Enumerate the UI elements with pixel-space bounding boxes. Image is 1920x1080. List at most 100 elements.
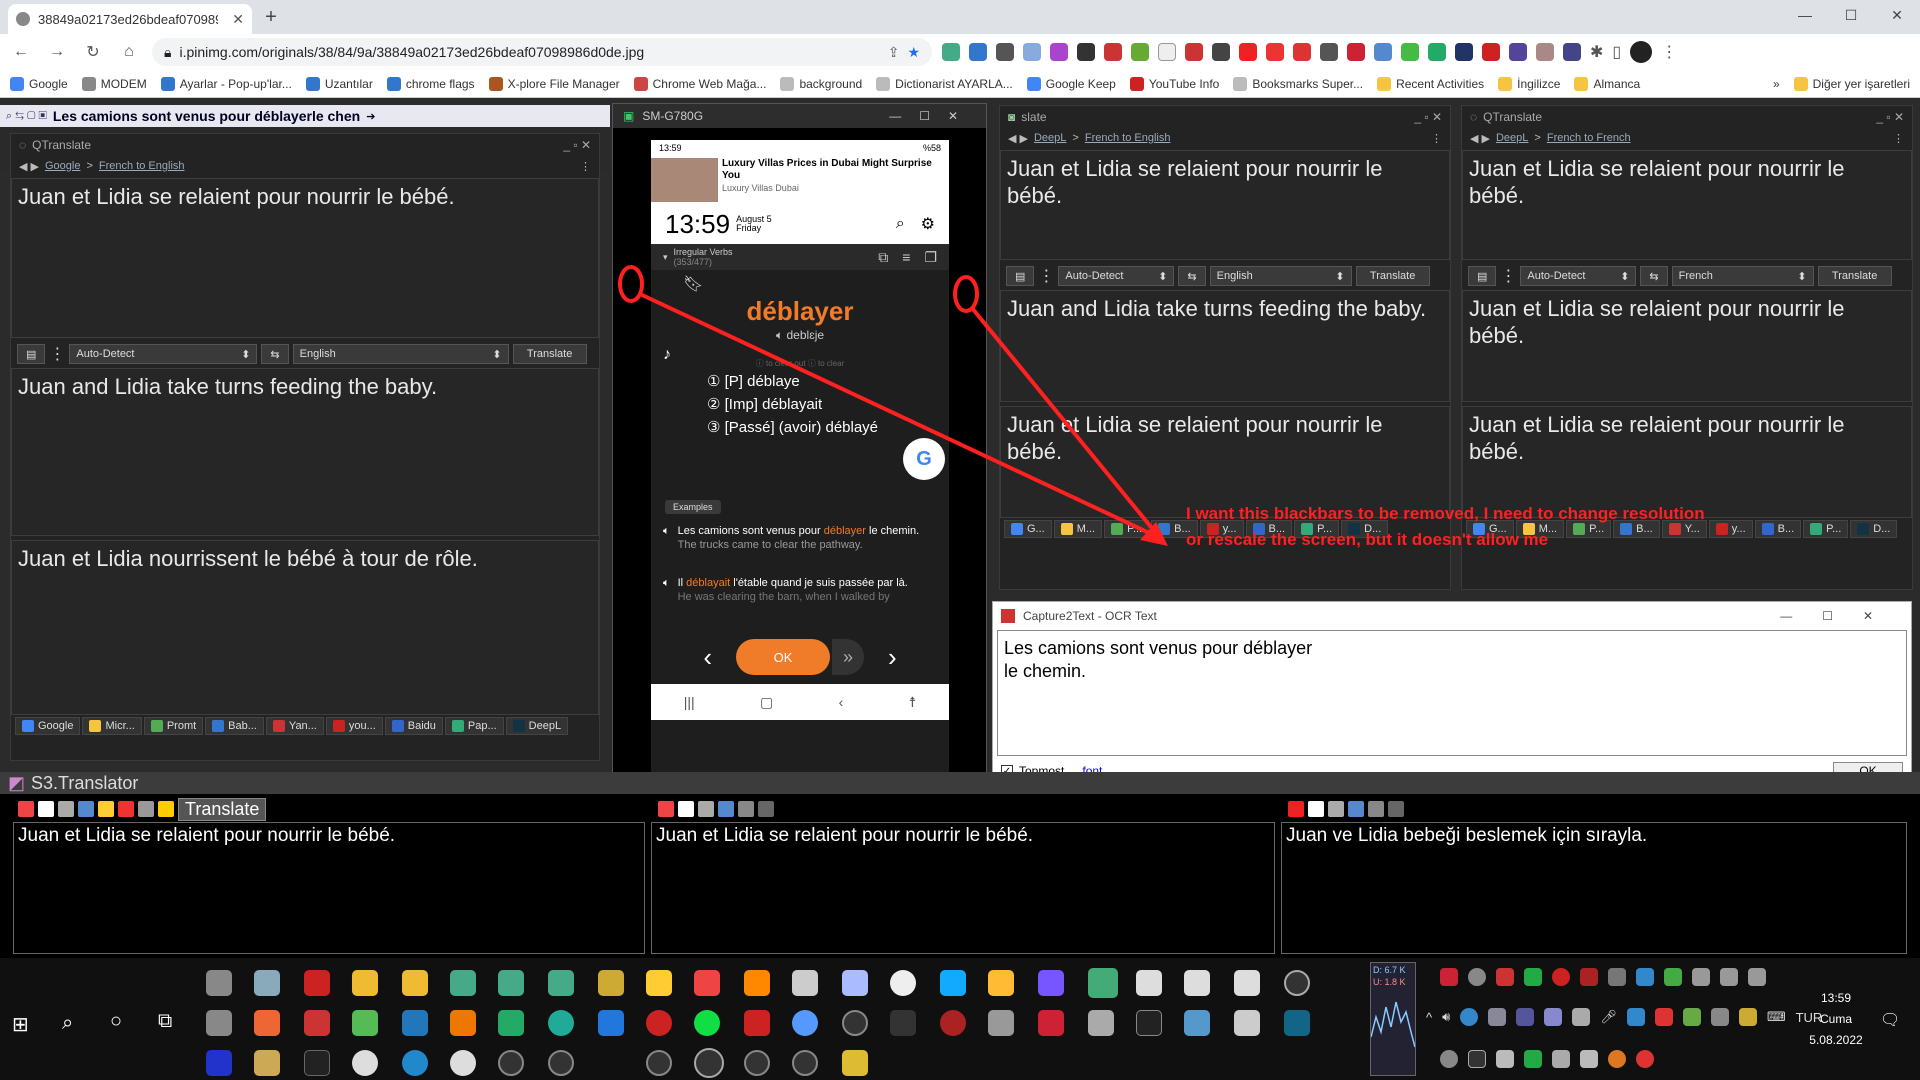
- s3-text-box[interactable]: Juan ve Lidia bebeği beslemek için sıray…: [1281, 822, 1907, 954]
- app-icon[interactable]: [646, 1050, 672, 1076]
- app-icon[interactable]: [498, 970, 524, 996]
- binance-icon[interactable]: [842, 1050, 868, 1076]
- font-icon[interactable]: [738, 801, 754, 817]
- chevron-up-icon[interactable]: ^: [1426, 1010, 1432, 1025]
- app-icon[interactable]: [744, 1010, 770, 1036]
- flag-icon[interactable]: [1288, 801, 1304, 817]
- tray-icon[interactable]: [1496, 968, 1514, 986]
- app-icon[interactable]: [498, 1050, 524, 1076]
- tray-icon[interactable]: [1636, 1050, 1654, 1068]
- tray-icon[interactable]: [1516, 1008, 1535, 1026]
- steam-icon[interactable]: [1284, 1010, 1310, 1036]
- microphone-icon[interactable]: 🎤︎: [1600, 1009, 1617, 1025]
- tray-icon[interactable]: [1608, 1050, 1626, 1068]
- tray-icon[interactable]: [1468, 968, 1486, 986]
- app-icon[interactable]: [304, 970, 330, 996]
- skype-icon[interactable]: [940, 970, 966, 996]
- app-icon[interactable]: [1184, 1010, 1210, 1036]
- terminal-icon[interactable]: [1136, 1010, 1162, 1036]
- app-icon[interactable]: [1284, 970, 1310, 996]
- app-icon[interactable]: [548, 1010, 574, 1036]
- app-icon[interactable]: [352, 970, 378, 996]
- app-icon[interactable]: [548, 970, 574, 996]
- app-icon[interactable]: [450, 970, 476, 996]
- app-icon[interactable]: [646, 1010, 672, 1036]
- tray-icon[interactable]: [1692, 968, 1710, 986]
- app-icon[interactable]: [450, 1050, 476, 1076]
- spotify-icon[interactable]: [694, 1010, 720, 1036]
- app-icon[interactable]: [254, 1010, 280, 1036]
- app-icon[interactable]: [304, 1010, 330, 1036]
- tray-icon[interactable]: [1738, 1008, 1757, 1026]
- chrome-icon[interactable]: [988, 970, 1014, 996]
- copy-icon[interactable]: [1308, 801, 1324, 817]
- lightning-icon[interactable]: [158, 801, 174, 817]
- windows-start-icon[interactable]: ⊞: [12, 1012, 29, 1037]
- app-icon[interactable]: [206, 1010, 232, 1036]
- book-icon[interactable]: [1234, 970, 1260, 996]
- clean-icon[interactable]: [98, 801, 114, 817]
- search-icon[interactable]: ⌕: [62, 1012, 73, 1035]
- app-icon[interactable]: [744, 1050, 770, 1076]
- app-icon[interactable]: [206, 970, 232, 996]
- app-icon[interactable]: [598, 970, 624, 996]
- app-icon[interactable]: [548, 1050, 574, 1076]
- tray-icon[interactable]: [1544, 1008, 1563, 1026]
- copy-icon[interactable]: [38, 801, 54, 817]
- app-icon[interactable]: [1088, 1010, 1114, 1036]
- translate-icon[interactable]: [1348, 801, 1364, 817]
- tray-icon[interactable]: [1440, 968, 1458, 986]
- app-icon-active[interactable]: [1088, 968, 1118, 998]
- tray-icon[interactable]: [1460, 1008, 1479, 1026]
- window-controls[interactable]: —☐✕: [1780, 609, 1903, 623]
- speaker-icon[interactable]: [1328, 801, 1344, 817]
- calculator-icon[interactable]: [1234, 1010, 1260, 1036]
- tray-icon[interactable]: [1654, 1008, 1673, 1026]
- tray-icon[interactable]: [1580, 1050, 1598, 1068]
- tray-icon[interactable]: [1488, 1008, 1507, 1026]
- app-icon-active[interactable]: [694, 1048, 724, 1078]
- app-icon[interactable]: [1038, 1010, 1064, 1036]
- keyboard-icon[interactable]: ⌨: [1767, 1009, 1786, 1025]
- tray-icon[interactable]: [1580, 968, 1598, 986]
- app-icon[interactable]: [988, 1010, 1014, 1036]
- app-icon[interactable]: [254, 1050, 280, 1076]
- book-icon[interactable]: [1136, 970, 1162, 996]
- refresh-icon[interactable]: [758, 801, 774, 817]
- flag-icon[interactable]: [658, 801, 674, 817]
- app-icon[interactable]: [402, 1010, 428, 1036]
- book-icon[interactable]: [1184, 970, 1210, 996]
- copy-icon[interactable]: [678, 801, 694, 817]
- app-icon[interactable]: [694, 970, 720, 996]
- app-icon[interactable]: [598, 1010, 624, 1036]
- tray-icon[interactable]: [1524, 968, 1542, 986]
- app-icon[interactable]: [402, 1050, 428, 1076]
- task-view-icon[interactable]: ⧉: [158, 1010, 172, 1033]
- tray-icon[interactable]: [1682, 1008, 1701, 1026]
- tray-icon[interactable]: [1496, 1050, 1514, 1068]
- font-icon[interactable]: [1368, 801, 1384, 817]
- firefox-icon[interactable]: [450, 1010, 476, 1036]
- tray-icon[interactable]: [1636, 968, 1654, 986]
- tray-icon[interactable]: [1440, 1050, 1458, 1068]
- app-icon[interactable]: [842, 970, 868, 996]
- tray-icon[interactable]: [1626, 1008, 1645, 1026]
- speaker-icon[interactable]: [698, 801, 714, 817]
- s3-text-box[interactable]: Juan et Lidia se relaient pour nourrir l…: [651, 822, 1275, 954]
- translate-button[interactable]: Translate: [178, 797, 267, 821]
- vlc-icon[interactable]: [744, 970, 770, 996]
- app-icon[interactable]: [646, 970, 672, 996]
- tray-icon[interactable]: [1552, 968, 1570, 986]
- tray-icon[interactable]: [1664, 968, 1682, 986]
- app-icon[interactable]: [792, 1050, 818, 1076]
- tray-icon[interactable]: [1710, 1008, 1729, 1026]
- app-icon[interactable]: [792, 970, 818, 996]
- app-icon[interactable]: [352, 1010, 378, 1036]
- warning-icon[interactable]: [118, 801, 134, 817]
- tray-icon[interactable]: [1552, 1050, 1570, 1068]
- tray-icon[interactable]: [1468, 1050, 1486, 1068]
- tray-clock[interactable]: 13:59 Cuma 5.08.2022: [1808, 988, 1864, 1051]
- messenger-icon[interactable]: [1038, 970, 1064, 996]
- epic-games-icon[interactable]: [304, 1050, 330, 1076]
- app-icon[interactable]: [842, 1010, 868, 1036]
